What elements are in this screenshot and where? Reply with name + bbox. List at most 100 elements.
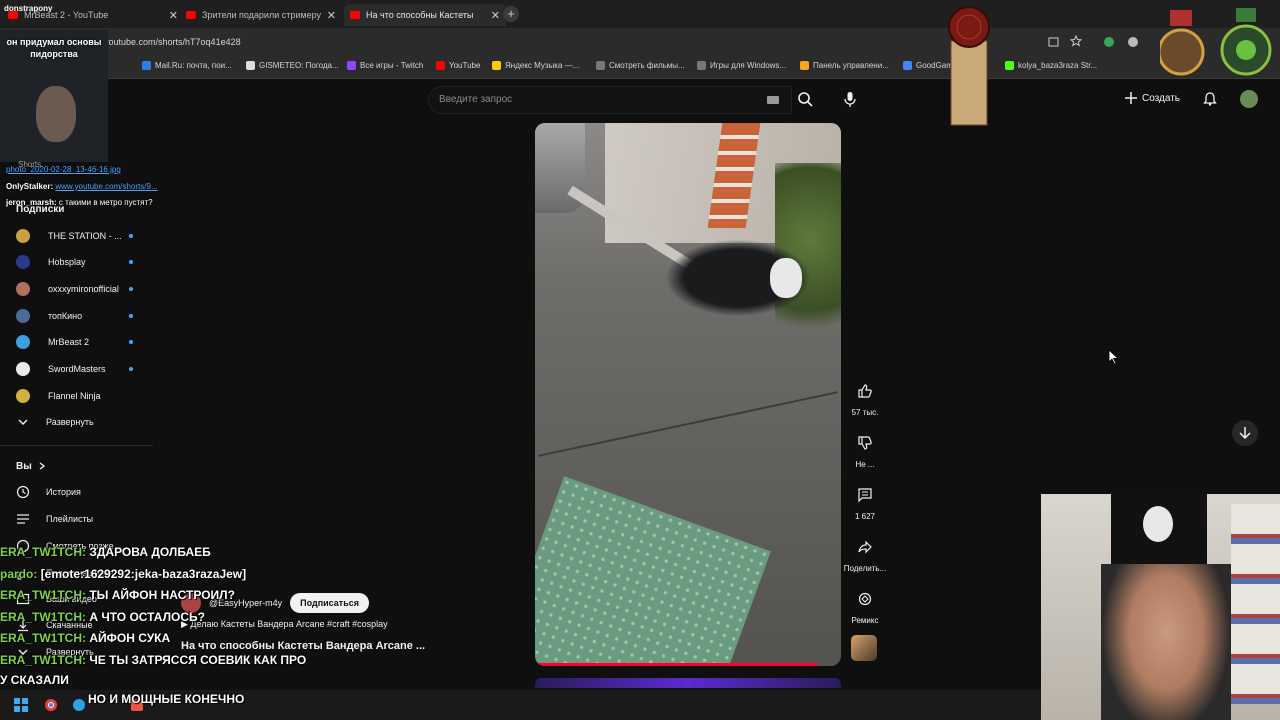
sidebar-subscription[interactable]: MrBeast 2 [16,332,136,352]
mic-icon [844,92,856,107]
new-content-dot [129,367,133,371]
chat-message: jeron_marsh: с такими в метро пустят? [6,198,153,207]
bookmark[interactable]: Яндекс Музыка —... [492,61,579,70]
chat-line: ERA_TW1TCH: ЧЕ ТЫ ЗАТРЯССЯ СОЕВИК КАК ПР… [0,653,307,667]
extension-icon[interactable] [1126,35,1140,49]
bookmark[interactable]: GISMETEO: Погода... [246,61,339,70]
create-button[interactable]: Создать [1124,91,1180,105]
bookmark[interactable]: Смотреть фильмы... [596,61,685,70]
extension-icon[interactable] [1102,35,1116,49]
channel-avatar [16,282,30,296]
sidebar-subscription[interactable]: Hobsplay [16,252,136,272]
video-frame-rug [535,476,771,666]
tab-label: На что способны Кастеты [366,10,474,20]
dislike-button[interactable]: Не ... [840,430,890,469]
channel-avatar [16,389,30,403]
youtube-icon [186,11,196,19]
bookmark[interactable]: YouTube [436,61,480,70]
close-tab-icon[interactable]: ✕ [327,9,336,22]
video-progress-bar[interactable] [535,663,841,666]
chat-message: photo_2020-02-28_13-46-16.jpg [6,165,121,174]
search-input[interactable]: Введите запрос [428,86,792,114]
thumb-down-icon [858,436,872,450]
bookmark[interactable]: Панель управлени... [800,61,889,70]
comment-count: 1 627 [854,512,876,521]
bookmark[interactable]: Игры для Windows... [697,61,786,70]
games-icon [697,61,706,70]
sidebar-subscription[interactable]: Flannel Ninja [16,386,136,406]
sidebar-expand-subscriptions[interactable]: Развернуть [16,412,146,432]
url-text[interactable]: youtube.com/shorts/hT7oq41e428 [104,37,241,47]
google-icon [903,61,912,70]
new-content-dot [129,287,133,291]
search-button[interactable] [790,86,822,112]
like-count: 57 тыс. [851,408,879,417]
next-short-button[interactable] [1232,420,1258,446]
plus-icon [1125,92,1137,104]
bookmark[interactable]: Mail.Ru: почта, пои... [142,61,232,70]
video-frame-crack [538,391,838,457]
sidebar-item-playlists[interactable]: Плейлисты [16,509,146,529]
video-progress-fill [535,663,817,666]
chat-message: OnlyStalker: www.youtube.com/shorts/9... [6,182,158,191]
install-icon[interactable] [1048,36,1060,48]
telegram-icon[interactable] [72,698,86,712]
sidebar-subscription[interactable]: oxxxymironofficial [16,279,136,299]
sidebar-item-history[interactable]: История [16,482,146,502]
chat-line: ERA_TW1TCH: ТЫ АЙФОН НАСТРОИЛ? [0,588,235,602]
voice-search-button[interactable] [837,86,863,112]
sidebar-subscription[interactable]: THE STATION - ... [16,226,136,246]
browser-tab-active[interactable]: На что способны Кастеты ✕ [344,4,506,26]
comment-icon [858,488,872,503]
subscribe-button[interactable]: Подписаться [290,593,370,613]
short-title[interactable]: На что способны Кастеты Вандера Arcane .… [181,640,425,652]
chrome-icon[interactable] [44,698,58,712]
history-icon [16,485,30,499]
close-tab-icon[interactable]: ✕ [491,9,500,22]
browser-tab[interactable]: Зрители подарили стримеру ✕ [186,4,336,26]
sound-thumbnail[interactable] [851,635,877,661]
keyboard-icon[interactable] [767,96,779,104]
new-content-dot [129,340,133,344]
remix-button[interactable]: Ремикс [840,586,890,625]
youtube-icon [350,11,360,19]
streamer-person [1101,564,1231,720]
short-description[interactable]: ▶ Делаю Кастеты Вандера Arcane #craft #c… [181,619,388,630]
sidebar-subscription[interactable]: SwordMasters [16,359,136,379]
share-label: Поделить... [843,564,887,573]
share-button[interactable]: Поделить... [840,534,890,573]
sidebar-subscription[interactable]: топКино [16,306,136,326]
comments-button[interactable]: 1 627 [840,482,890,521]
wax-seal-scroll-icon [948,6,990,126]
webcam-face [36,86,76,142]
panel-icon [800,61,809,70]
remix-label: Ремикс [851,616,879,625]
short-video-player[interactable] [535,123,841,666]
bookmarks-bar: Mail.Ru: почта, пои... GISMETEO: Погода.… [0,56,1280,79]
yandex-music-icon [492,61,501,70]
create-label: Создать [1142,92,1181,104]
chat-line: ERA_TW1TCH: АЙФОН СУКА [0,631,171,645]
streamer-tag: donstrapony [4,4,53,13]
account-avatar[interactable] [1240,90,1258,108]
bookmark[interactable]: kolya_baza3raza Str... [1005,61,1097,70]
channel-avatar [16,229,30,243]
close-tab-icon[interactable]: ✕ [169,9,178,22]
chat-line: НО И МОЩНЫЕ КОНЕЧНО [88,692,245,706]
windows-start-icon[interactable] [14,698,28,712]
notifications-button[interactable] [1202,91,1218,112]
new-content-dot [129,314,133,318]
like-button[interactable]: 57 тыс. [840,378,890,417]
os-taskbar: НО И МОЩНЫЕ КОНЕЧНО [0,690,1041,720]
address-bar[interactable]: youtube.com/shorts/hT7oq41e428 [0,28,1280,56]
dislike-label: Не ... [855,460,875,469]
youtube-icon [436,61,445,70]
bookmark[interactable]: Все игры - Twitch [347,61,423,70]
film-icon [596,61,605,70]
channel-avatar [16,255,30,269]
star-icon[interactable] [1070,35,1082,47]
new-tab-button[interactable]: + [503,6,519,22]
sidebar-divider [0,445,153,446]
next-short-preview[interactable] [535,678,841,688]
sidebar-you-header[interactable]: Вы [16,456,146,476]
